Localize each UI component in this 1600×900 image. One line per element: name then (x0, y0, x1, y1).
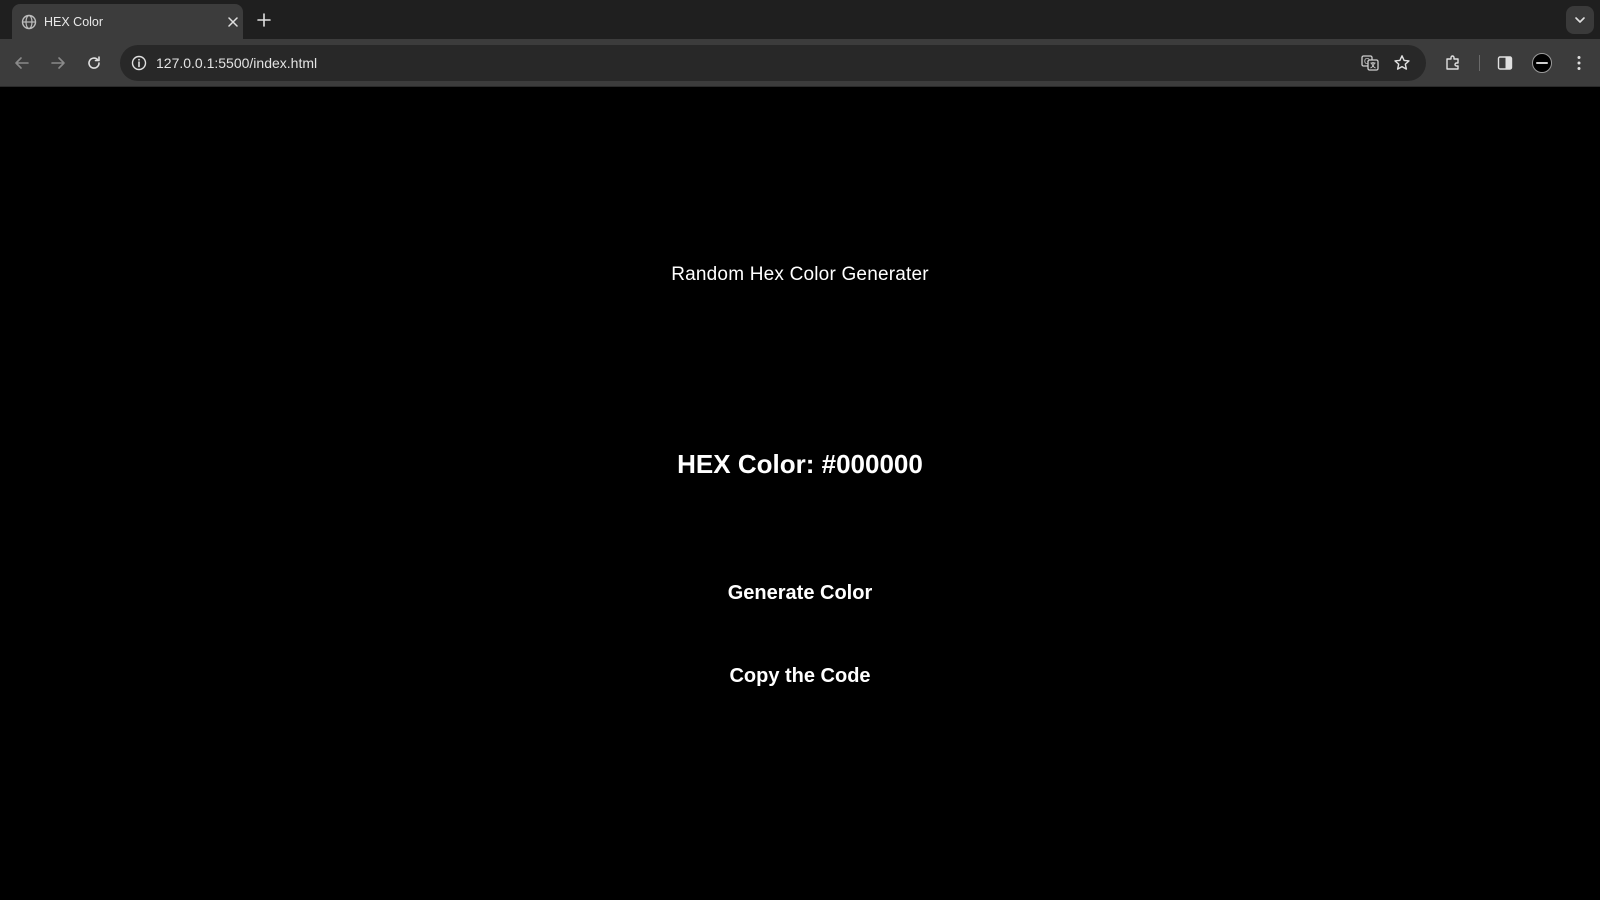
page-title: Random Hex Color Generater (671, 264, 929, 285)
reload-button[interactable] (82, 51, 106, 75)
puzzle-icon (1446, 55, 1459, 70)
plus-icon (257, 13, 271, 27)
info-icon (131, 55, 147, 71)
side-panel-button[interactable] (1493, 51, 1517, 75)
page-content: Random Hex Color Generater HEX Color: #0… (0, 88, 1600, 900)
tab-search-button[interactable] (1566, 6, 1594, 34)
reload-icon (88, 56, 100, 69)
new-tab-button[interactable] (254, 10, 274, 30)
avatar-icon[interactable] (1532, 53, 1552, 73)
extensions-button[interactable] (1441, 51, 1465, 75)
url-text[interactable]: 127.0.0.1:5500/index.html (156, 55, 317, 71)
back-button[interactable] (10, 51, 34, 75)
side-panel-icon (1497, 56, 1513, 70)
chevron-down-icon (1575, 17, 1585, 23)
generate-color-button[interactable]: Generate Color (650, 575, 950, 611)
arrow-left-icon (15, 57, 29, 69)
translate-icon[interactable]: G (1360, 53, 1380, 73)
forward-button[interactable] (46, 51, 70, 75)
star-icon[interactable] (1392, 53, 1412, 73)
site-info-button[interactable] (128, 52, 150, 74)
browser-toolbar: 127.0.0.1:5500/index.html G (0, 39, 1600, 87)
tab-title: HEX Color (44, 15, 104, 29)
globe-icon (21, 14, 37, 30)
close-icon[interactable] (224, 13, 242, 31)
tab-strip: HEX Color (0, 0, 1600, 39)
arrow-right-icon (51, 57, 65, 69)
address-bar[interactable]: 127.0.0.1:5500/index.html G (120, 45, 1426, 81)
tab-hex-color[interactable]: HEX Color (12, 4, 243, 39)
toolbar-separator (1479, 55, 1480, 71)
hex-color-readout: HEX Color: #000000 (677, 449, 923, 479)
kebab-menu-icon[interactable] (1567, 51, 1591, 75)
browser-window: HEX Color 127.0.0.1:5500/index.html G Ra… (0, 0, 1600, 900)
copy-code-button[interactable]: Copy the Code (650, 658, 950, 694)
